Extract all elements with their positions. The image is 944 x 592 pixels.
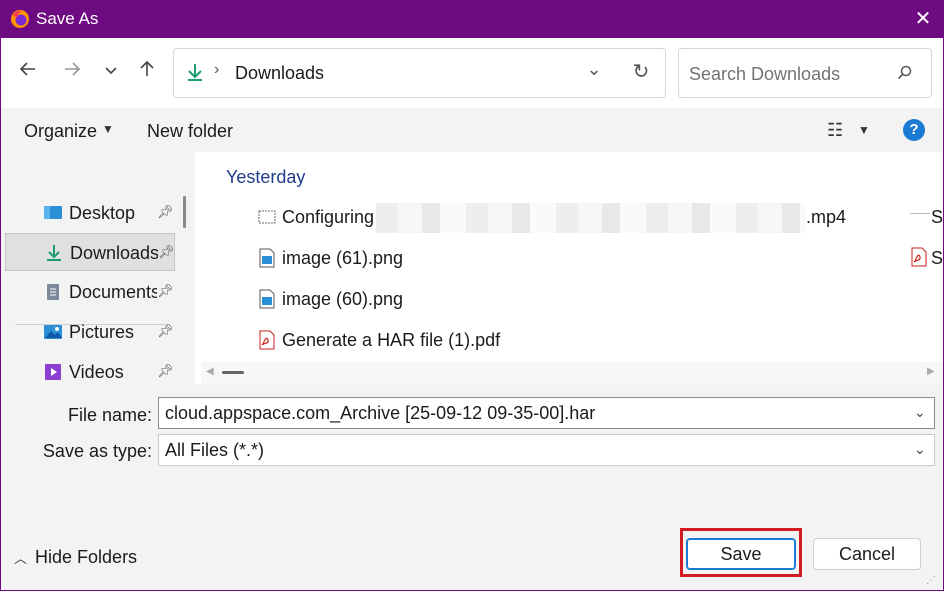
sidebar-item-label: Downloads — [70, 243, 158, 263]
arrow-up-icon — [140, 60, 154, 76]
save-as-type-select[interactable]: All Files (*.*) ⌄ — [158, 434, 935, 466]
hide-folders-label: Hide Folders — [35, 547, 138, 567]
file-name: image (60).png — [282, 289, 404, 309]
pdf-file-icon — [259, 330, 275, 350]
window-title: Save As — [36, 9, 99, 28]
caret-down-icon[interactable]: ▼ — [102, 122, 114, 136]
arrow-right-icon — [65, 62, 81, 76]
file-name: Configuring — [282, 207, 375, 227]
command-bar: Organize ▼ New folder ☷ ▼ ? — [1, 108, 942, 152]
videos-icon — [45, 364, 61, 380]
search-icon — [897, 65, 912, 80]
save-as-type-value: All Files (*.*) — [165, 440, 265, 460]
chevron-right-icon: › — [214, 61, 220, 78]
pdf-file-icon — [911, 247, 927, 267]
hide-folders-button[interactable]: ︿ Hide Folders — [14, 547, 137, 568]
help-icon[interactable]: ? — [903, 119, 925, 141]
organize-button[interactable]: Organize — [24, 121, 97, 142]
new-folder-button[interactable]: New folder — [147, 121, 233, 142]
chevron-down-icon — [105, 67, 117, 75]
scrollbar-thumb[interactable] — [222, 371, 244, 374]
firefox-icon — [11, 10, 29, 28]
download-icon — [188, 64, 202, 81]
address-bar[interactable]: › Downloads ⌄ ↻ — [173, 48, 666, 98]
sidebar-item-label: Pictures — [69, 322, 135, 342]
file-name-label: File name: — [67, 405, 152, 425]
pin-icon[interactable]: 📌︎ — [157, 363, 174, 379]
video-file-icon — [258, 210, 276, 224]
divider — [910, 213, 930, 214]
image-file-icon — [259, 289, 275, 309]
sidebar-item-desktop[interactable]: Desktop 📌︎ — [5, 194, 175, 232]
pin-icon[interactable]: 📌︎ — [158, 244, 175, 260]
pin-icon[interactable]: 📌︎ — [157, 283, 174, 299]
recent-locations-button[interactable] — [97, 58, 125, 86]
sidebar-item-label: Documents — [69, 282, 157, 302]
group-header[interactable]: Yesterday — [226, 167, 305, 188]
pin-icon[interactable]: 📌︎ — [157, 323, 174, 339]
address-location[interactable]: Downloads — [235, 63, 324, 84]
cut-off-item[interactable]: S — [931, 207, 943, 228]
scroll-right-icon[interactable]: ▶ — [927, 366, 935, 377]
forward-button[interactable] — [58, 58, 86, 86]
sidebar-item-pictures[interactable]: Pictures 📌︎ — [5, 313, 175, 351]
scroll-left-icon[interactable]: ◀ — [206, 366, 214, 377]
resize-grip-icon[interactable]: ⋰ — [926, 575, 936, 586]
close-icon[interactable]: ✕ — [910, 6, 936, 32]
cut-off-item[interactable]: S — [931, 248, 943, 269]
sidebar-item-label: Videos — [69, 362, 124, 382]
download-icon — [47, 245, 61, 261]
pictures-icon — [44, 325, 62, 339]
sidebar-scrollbar[interactable] — [183, 196, 186, 228]
documents-icon — [47, 284, 59, 300]
caret-down-icon[interactable]: ▼ — [858, 123, 870, 137]
redacted-filename — [376, 203, 806, 233]
file-name: image (61).png — [282, 248, 404, 268]
horizontal-scrollbar[interactable]: ◀ ▶ — [201, 362, 942, 384]
back-button[interactable] — [14, 58, 42, 86]
save-button[interactable]: Save — [686, 538, 796, 570]
file-name-value[interactable]: cloud.appspace.com_Archive [25-09-12 09-… — [165, 403, 595, 424]
address-history-dropdown[interactable]: ⌄ — [582, 59, 606, 80]
save-as-type-label: Save as type: — [42, 441, 152, 461]
pin-icon[interactable]: 📌︎ — [157, 204, 174, 220]
cancel-button[interactable]: Cancel — [813, 538, 921, 570]
sidebar-item-downloads[interactable]: Downloads 📌︎ — [5, 233, 175, 271]
refresh-icon[interactable]: ↻ — [629, 59, 653, 84]
sidebar-item-documents[interactable]: Documents 📌︎ — [5, 273, 175, 311]
sidebar-item-label: Desktop — [69, 203, 136, 223]
search-input[interactable]: Search Downloads — [678, 48, 932, 98]
chevron-down-icon[interactable]: ⌄ — [914, 441, 926, 458]
image-file-icon — [259, 248, 275, 268]
arrow-left-icon — [19, 62, 35, 76]
view-options-icon[interactable]: ☷ — [827, 120, 843, 141]
file-name-field[interactable]: cloud.appspace.com_Archive [25-09-12 09-… — [158, 397, 935, 429]
search-placeholder: Search Downloads — [689, 64, 841, 84]
file-name: Generate a HAR file (1).pdf — [282, 330, 501, 350]
up-button[interactable] — [133, 58, 161, 86]
chevron-up-icon: ︿ — [14, 551, 28, 566]
title-bar: Save As ✕ — [0, 0, 944, 38]
navigation-pane: Desktop 📌︎ Downloads 📌︎ Documents 📌︎ Pic… — [1, 152, 195, 384]
chevron-down-icon[interactable]: ⌄ — [914, 404, 926, 421]
file-extension: .mp4 — [806, 207, 847, 227]
desktop-icon — [44, 206, 62, 219]
